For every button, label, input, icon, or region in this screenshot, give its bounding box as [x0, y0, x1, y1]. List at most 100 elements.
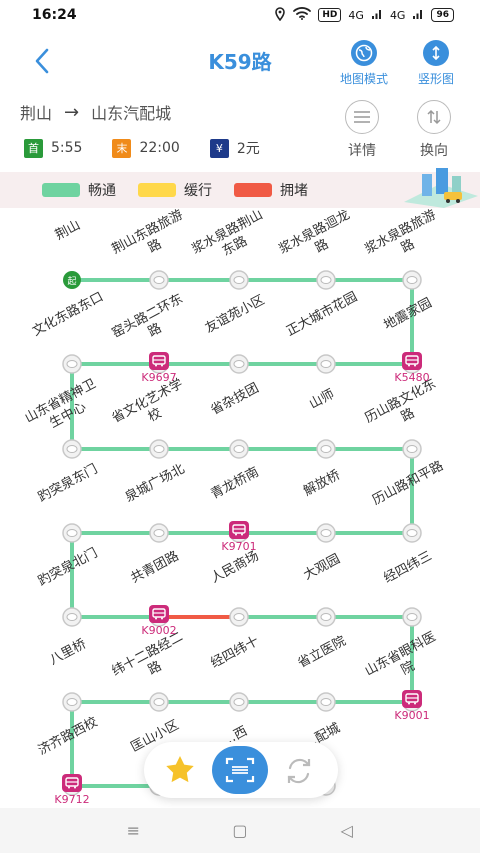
bus-marker[interactable]: K9001	[382, 690, 442, 722]
bus-plate: K9701	[221, 540, 257, 553]
bus-marker[interactable]: K9701	[209, 521, 269, 553]
station-node[interactable]	[402, 270, 422, 290]
bus-marker[interactable]: K9712	[42, 774, 102, 806]
globe-icon	[351, 40, 377, 66]
station-node[interactable]	[316, 270, 336, 290]
station-node[interactable]	[229, 607, 249, 627]
bus-icon	[62, 774, 82, 792]
route-diagram: 起 荆山 荆山东路旅游路 浆水泉路荆山东路 浆水泉路迴龙路 浆水泉路旅游路 地震家园 正大城…	[0, 208, 480, 818]
legend-slow: 缓行	[138, 180, 212, 200]
origin-station: 荆山	[20, 104, 53, 123]
station-node[interactable]	[316, 607, 336, 627]
location-icon	[274, 6, 286, 24]
direction-arrow: →	[64, 101, 80, 123]
station-node[interactable]	[62, 607, 82, 627]
details-label: 详情	[348, 143, 376, 159]
vertical-mode-label: 竖形图	[417, 72, 454, 86]
refresh-icon	[287, 758, 311, 784]
bus-icon	[402, 352, 422, 370]
legend-smooth: 畅通	[42, 180, 116, 200]
status-bar: 16:24 HD 4G 4G 96	[0, 0, 480, 30]
fare: ¥ 2元	[209, 138, 260, 158]
bus-plate: K9697	[141, 371, 177, 384]
station-node[interactable]	[149, 270, 169, 290]
station-node[interactable]	[229, 354, 249, 374]
last-badge: 末	[112, 138, 132, 158]
status-icons: HD 4G 4G 96	[274, 6, 454, 24]
signal-1: 4G	[348, 8, 364, 22]
line-direction: 荆山 → 山东汽配城	[20, 100, 171, 124]
city-illustration	[404, 168, 478, 208]
station-node[interactable]	[316, 523, 336, 543]
system-nav-bar: ≡ ▢ ◁	[0, 808, 480, 853]
list-icon	[345, 100, 379, 134]
service-times: 首 5:55 末 22:00 ¥ 2元	[24, 138, 290, 158]
first-badge: 首	[24, 138, 43, 158]
home-nav-button[interactable]: ▢	[220, 821, 260, 840]
station-node[interactable]: 起	[63, 271, 81, 289]
switch-direction-label: 换向	[420, 143, 448, 159]
station-node[interactable]	[402, 523, 422, 543]
bus-icon	[402, 690, 422, 708]
station-node[interactable]	[149, 523, 169, 543]
bus-plate: K9001	[394, 709, 430, 722]
station-node[interactable]	[402, 607, 422, 627]
vertical-mode-button[interactable]: 竖形图	[406, 40, 466, 87]
bus-marker[interactable]: K9697	[129, 352, 189, 384]
station-node[interactable]	[62, 439, 82, 459]
legend-congested: 拥堵	[234, 180, 308, 200]
station-node[interactable]	[62, 354, 82, 374]
last-time: 22:00	[139, 140, 180, 156]
station-node[interactable]	[316, 354, 336, 374]
station-node[interactable]	[149, 439, 169, 459]
signal-icon	[371, 8, 383, 23]
menu-nav-button[interactable]: ≡	[113, 821, 153, 840]
floating-toolbar	[144, 742, 338, 798]
status-time: 16:24	[32, 7, 77, 23]
bus-marker[interactable]: K9002	[129, 605, 189, 637]
congested-label: 拥堵	[280, 183, 308, 199]
back-nav-button[interactable]: ◁	[327, 821, 367, 840]
bus-icon	[149, 352, 169, 370]
bus-icon	[149, 605, 169, 623]
station-node[interactable]	[62, 692, 82, 712]
switch-direction-button[interactable]: 换向	[406, 100, 462, 160]
bus-plate: K9002	[141, 624, 177, 637]
favorite-button[interactable]	[162, 752, 198, 788]
signal-icon	[412, 8, 424, 23]
details-button[interactable]: 详情	[334, 100, 390, 160]
scan-button[interactable]	[212, 746, 268, 794]
scan-icon	[225, 757, 255, 783]
station-node[interactable]	[229, 692, 249, 712]
station-node[interactable]	[62, 523, 82, 543]
last-bus: 末 22:00	[112, 138, 180, 158]
star-icon	[166, 756, 194, 783]
battery-icon: 96	[431, 8, 454, 22]
station-node[interactable]	[402, 439, 422, 459]
station-node[interactable]	[316, 439, 336, 459]
bus-plate: K5480	[394, 371, 430, 384]
swap-icon	[417, 100, 451, 134]
station-node[interactable]	[229, 270, 249, 290]
bus-marker[interactable]: K5480	[382, 352, 442, 384]
bus-plate: K9712	[54, 793, 90, 806]
station-node[interactable]	[229, 439, 249, 459]
map-mode-button[interactable]: 地图模式	[334, 40, 394, 87]
vertical-diagram-icon	[423, 40, 449, 66]
station-node[interactable]	[316, 692, 336, 712]
smooth-label: 畅通	[88, 183, 116, 199]
header: K59路 地图模式 竖形图	[0, 38, 480, 88]
slow-swatch	[138, 183, 176, 197]
destination-station: 山东汽配城	[91, 104, 172, 123]
first-bus: 首 5:55	[24, 138, 82, 158]
smooth-swatch	[42, 183, 80, 197]
slow-label: 缓行	[184, 183, 212, 199]
bus-icon	[229, 521, 249, 539]
hd-badge: HD	[318, 8, 342, 22]
wifi-icon	[293, 7, 312, 23]
map-mode-label: 地图模式	[339, 72, 388, 86]
refresh-button[interactable]	[282, 754, 316, 788]
station-node[interactable]	[149, 692, 169, 712]
congested-swatch	[234, 183, 272, 197]
fare-badge: ¥	[209, 138, 229, 158]
